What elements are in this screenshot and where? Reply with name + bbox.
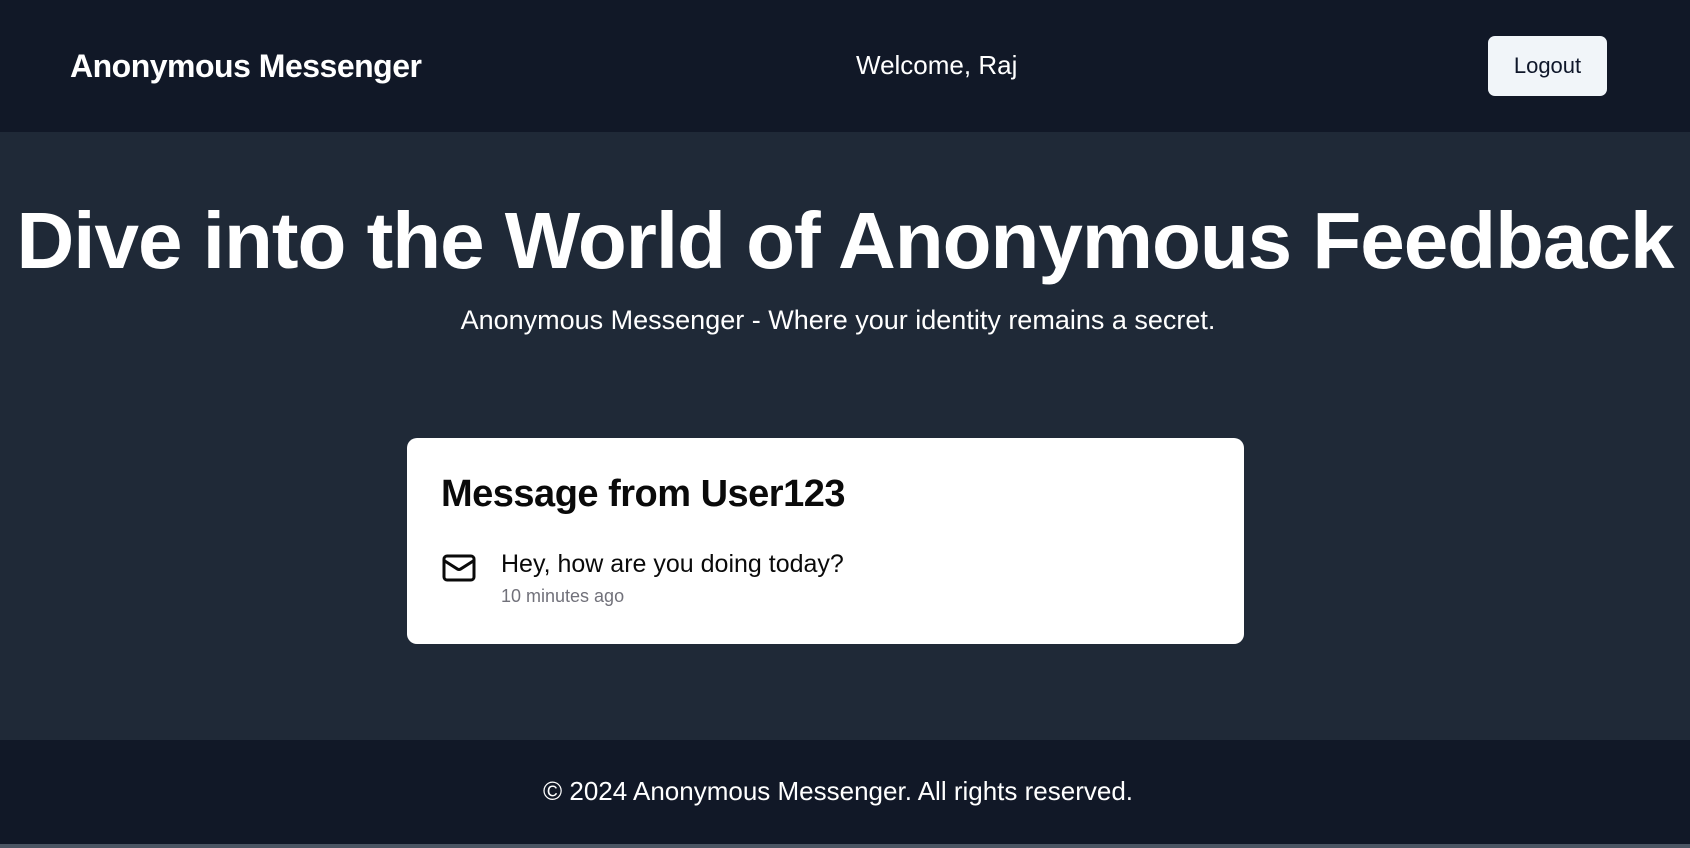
top-navbar: Anonymous Messenger Welcome, Raj Logout bbox=[0, 0, 1690, 132]
mail-icon bbox=[441, 550, 477, 586]
brand-logo-text[interactable]: Anonymous Messenger bbox=[70, 48, 422, 84]
hero-title: Dive into the World of Anonymous Feedbac… bbox=[16, 196, 1675, 285]
page: Anonymous Messenger Welcome, Raj Logout … bbox=[0, 0, 1690, 848]
message-card-title: Message from User123 bbox=[441, 473, 846, 515]
hero-subtitle: Anonymous Messenger - Where your identit… bbox=[460, 305, 1216, 335]
footer: © 2024 Anonymous Messenger. All rights r… bbox=[0, 740, 1690, 844]
message-text: Hey, how are you doing today? bbox=[501, 550, 844, 578]
logout-button[interactable]: Logout bbox=[1488, 36, 1607, 96]
message-timestamp: 10 minutes ago bbox=[501, 586, 625, 606]
footer-copyright: © 2024 Anonymous Messenger. All rights r… bbox=[542, 776, 1134, 806]
message-card: Message from User123 Hey, how are you do… bbox=[407, 438, 1244, 644]
welcome-message: Welcome, Raj bbox=[856, 50, 1018, 80]
window-bottom-edge bbox=[0, 844, 1690, 848]
